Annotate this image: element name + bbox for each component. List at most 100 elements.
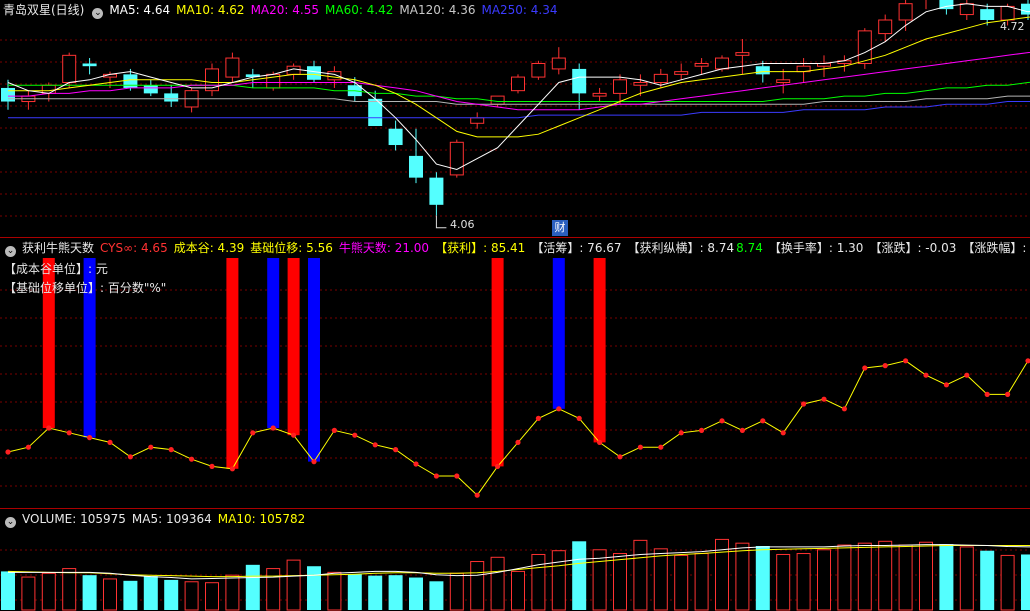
volume-bar <box>82 575 97 610</box>
candle-body <box>409 155 423 178</box>
indicator-point <box>393 447 399 453</box>
indicator-point <box>923 372 929 378</box>
candle-body <box>898 3 913 21</box>
volume-bar <box>674 554 689 611</box>
candle-body <box>429 177 444 205</box>
volume-bar <box>531 553 546 611</box>
ma120-value: MA120: 4.36 <box>399 3 476 17</box>
signal-bar-red <box>491 258 504 467</box>
volume-bar <box>490 556 505 611</box>
volume-bar <box>327 571 342 611</box>
indicator-point <box>107 439 113 445</box>
candle-body <box>62 54 77 84</box>
volume-bar <box>62 568 77 611</box>
candle-body <box>551 57 566 70</box>
indicator-name: 获利牛熊天数 <box>22 241 95 255</box>
volume-ma10-value: MA10: 105782 <box>217 512 306 526</box>
ma10-value: MA10: 4.62 <box>176 3 245 17</box>
volume-bar <box>898 544 913 611</box>
indicator-point <box>474 492 480 498</box>
indicator-point <box>311 459 317 465</box>
volume-bar <box>286 559 301 611</box>
indicator-point <box>352 432 358 438</box>
candle-body <box>776 79 791 84</box>
indicator-point <box>5 449 11 455</box>
volume-bar <box>939 544 954 610</box>
indicator-point <box>637 444 644 450</box>
volume-panel-header: ⌄ VOLUME: 105975 MA5: 109364 MA10: 105782 <box>3 510 311 528</box>
candle-body <box>123 74 138 88</box>
candle-body <box>143 85 158 94</box>
indicator-point <box>87 435 93 441</box>
indicator-line <box>7 359 1030 496</box>
volume-bar <box>388 575 403 610</box>
signal-bar-red <box>226 258 239 469</box>
indicator-point <box>209 463 215 469</box>
volume-bar <box>878 540 893 611</box>
price-panel-header: 青岛双星(日线) ⌄ MA5: 4.64 MA10: 4.62 MA20: 4.55 MA… <box>3 1 564 19</box>
candle-body <box>82 63 97 67</box>
ma250-line <box>8 101 1030 119</box>
indicator-point <box>46 425 52 431</box>
ma250-value: MA250: 4.34 <box>481 3 558 17</box>
indicator-point <box>331 427 337 433</box>
indicator-point <box>841 406 848 412</box>
candle-body <box>1000 5 1015 21</box>
profit-label: 【获利】 <box>435 241 484 255</box>
volume-bar <box>307 566 321 610</box>
volume-bar <box>21 576 36 611</box>
candle-body <box>449 141 464 176</box>
volume-bar <box>143 576 158 610</box>
volume-bar <box>796 553 811 611</box>
event-badge[interactable]: 财 <box>552 220 568 236</box>
indicator-point <box>148 444 154 450</box>
signal-bar-blue <box>267 258 280 428</box>
volume-bar <box>184 581 199 611</box>
candle-body <box>715 57 729 70</box>
candle-body <box>755 66 770 75</box>
cys-value: CYS∞: 4.65 <box>100 241 168 255</box>
volume-bar <box>653 548 668 611</box>
indicator-point <box>535 415 542 421</box>
collapse-icon[interactable]: ⌄ <box>5 517 16 528</box>
volume-bar <box>511 570 525 611</box>
volume-bar <box>470 561 485 611</box>
collapse-icon[interactable]: ⌄ <box>92 8 104 19</box>
candle-body <box>878 19 893 35</box>
indicator-point <box>515 439 521 445</box>
candle-body <box>307 66 321 80</box>
volume-bar <box>1 571 15 610</box>
profit-value: : 85.41 <box>483 241 526 255</box>
volume-bar <box>205 582 219 611</box>
candle-body <box>613 79 627 94</box>
volume-bar <box>551 550 566 611</box>
volume-bar <box>409 577 423 610</box>
volume-bar <box>817 549 831 611</box>
indicator-point <box>576 415 582 421</box>
price-low-label: 4.06 <box>450 218 475 231</box>
change-pct-value: 【涨跌幅】: -0.64 <box>962 241 1030 255</box>
profit-span-value-2: 8.74 <box>736 241 763 255</box>
volume-bar <box>735 542 750 611</box>
candle-body <box>735 52 750 56</box>
volume-bar <box>1000 554 1015 611</box>
volume-ma5-value: MA5: 109364 <box>131 512 212 526</box>
bull-bear-days-value: 牛熊天数: 21.00 <box>338 241 430 255</box>
indicator-point <box>413 461 419 467</box>
indicator-point <box>250 430 256 436</box>
indicator-point <box>862 365 868 371</box>
signal-bar-red <box>287 258 300 436</box>
collapse-icon[interactable]: ⌄ <box>5 246 16 257</box>
indicator-point <box>270 425 276 431</box>
indicator-point <box>1025 358 1030 364</box>
volume-bar <box>755 546 770 610</box>
indicator-point <box>597 439 603 445</box>
candle-body <box>511 76 525 92</box>
candle-body <box>388 128 403 146</box>
candle-body <box>653 73 668 84</box>
turnover-value: 【换手率】: 1.30 <box>768 241 864 255</box>
volume-bar <box>245 564 260 610</box>
indicator-point <box>189 456 195 462</box>
volume-bar <box>123 580 138 610</box>
indicator-point <box>229 466 235 472</box>
